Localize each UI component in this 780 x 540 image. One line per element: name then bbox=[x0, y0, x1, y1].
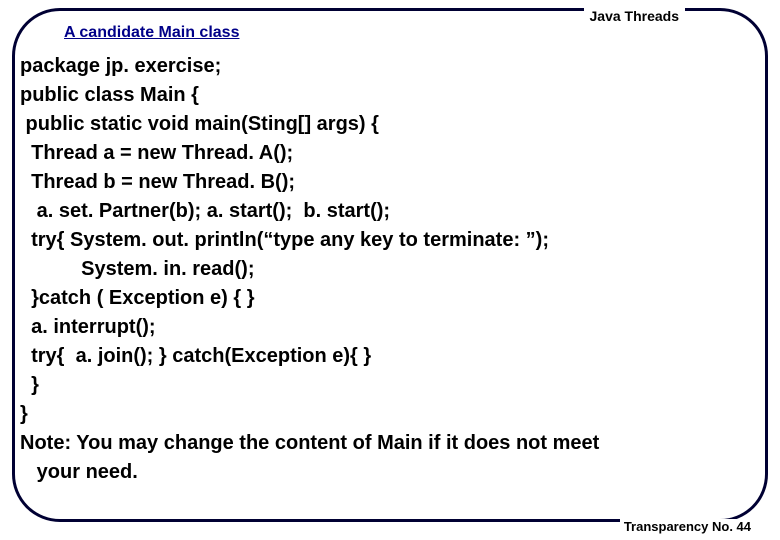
code-line: try{ a. join(); } catch(Exception e){ } bbox=[20, 342, 760, 371]
note-line: Note: You may change the content of Main… bbox=[20, 429, 760, 458]
header-topic: Java Threads bbox=[584, 8, 686, 24]
slide-number: Transparency No. 44 bbox=[620, 519, 755, 534]
code-line: System. in. read(); bbox=[20, 255, 760, 284]
slide-title: A candidate Main class bbox=[60, 24, 243, 42]
code-line: a. interrupt(); bbox=[20, 313, 760, 342]
code-line: } bbox=[20, 371, 760, 400]
code-line: Thread b = new Thread. B(); bbox=[20, 168, 760, 197]
code-line: public class Main { bbox=[20, 81, 760, 110]
code-line: }catch ( Exception e) { } bbox=[20, 284, 760, 313]
code-line: try{ System. out. println(“type any key … bbox=[20, 226, 760, 255]
note-line: your need. bbox=[20, 458, 760, 487]
code-line: a. set. Partner(b); a. start(); b. start… bbox=[20, 197, 760, 226]
code-line: Thread a = new Thread. A(); bbox=[20, 139, 760, 168]
code-block: package jp. exercise; public class Main … bbox=[20, 52, 760, 487]
code-line: public static void main(Sting[] args) { bbox=[20, 110, 760, 139]
code-line: package jp. exercise; bbox=[20, 52, 760, 81]
code-line: } bbox=[20, 400, 760, 429]
